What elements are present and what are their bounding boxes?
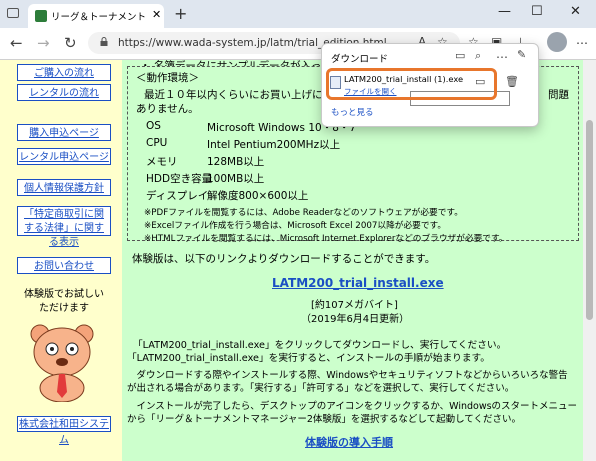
- company-link[interactable]: 株式会社和田システム: [17, 416, 111, 446]
- download-link[interactable]: LATM200_trial_install.exe: [272, 276, 444, 290]
- sidebar-link-purchase-apply[interactable]: 購入申込ページ: [17, 124, 111, 141]
- spec-key: OS: [146, 120, 161, 132]
- favicon-icon: [35, 10, 47, 22]
- environment-intro: 最近１０年以内くらいにお買い上げにな: [144, 89, 333, 101]
- see-more-link[interactable]: もっと見る: [331, 106, 374, 118]
- update-date: （2019年6月4日更新）: [301, 314, 410, 325]
- note: ※PDFファイルを閲覧するには、Adobe Readerなどのソフトウェアが必要…: [144, 208, 463, 218]
- mascot-bear-image: [30, 324, 94, 402]
- more-options-icon[interactable]: …: [496, 47, 508, 61]
- scrollbar-thumb[interactable]: [586, 120, 593, 320]
- download-intro: 体験版は、以下のリンクよりダウンロードすることができます。: [132, 253, 436, 265]
- note: ※HTMLファイルを閲覧するには、Microsoft Internet Expl…: [144, 234, 508, 244]
- delete-icon[interactable]: 🗑: [505, 75, 519, 88]
- downloads-title: ダウンロード: [331, 54, 389, 65]
- tab-active[interactable]: リーグ＆トーナメントマネージャー 体験版 ✕: [28, 4, 164, 28]
- forward-button[interactable]: →: [37, 34, 50, 52]
- instruction-text: が出される場合があります。「実行する」「許可する」などを選択して、実行してくださ…: [127, 383, 515, 394]
- instruction-text: 「LATM200_trial_install.exe」を実行すると、インストール…: [127, 353, 490, 364]
- install-steps-link[interactable]: 体験版の導入手順: [305, 434, 393, 450]
- instruction-text: インストールが完了したら、デスクトップのアイコンをクリックするか、Windows…: [127, 401, 578, 412]
- tab-title: リーグ＆トーナメントマネージャー 体験版: [51, 12, 146, 23]
- instruction-text: から「リーグ＆トーナメントマネージャー2体験版」を選択するなどして起動してくださ…: [127, 414, 522, 425]
- profile-avatar[interactable]: [547, 32, 567, 52]
- spec-key: メモリ: [146, 156, 178, 168]
- search-icon[interactable]: ⌕: [475, 49, 481, 63]
- sidebar-link-commerce-law[interactable]: 「特定商取引に関する法律」に関する表示: [17, 206, 111, 248]
- instruction-text: 「LATM200_trial_install.exe」をクリックしてダウンロード…: [133, 340, 507, 351]
- sidebar-link-contact[interactable]: お問い合わせ: [17, 257, 111, 274]
- sidebar-link-rental-flow[interactable]: レンタルの流れ: [17, 84, 111, 101]
- refresh-button[interactable]: ↻: [64, 34, 77, 52]
- spec-value: Intel Pentium200MHz以上: [207, 139, 341, 151]
- sidebar-link-purchase-flow[interactable]: ご購入の流れ: [17, 64, 111, 81]
- back-button[interactable]: ←: [10, 34, 23, 52]
- spec-value: 解像度800×600以上: [207, 190, 309, 202]
- more-menu-button[interactable]: …: [576, 33, 588, 47]
- partial-text: ・ 名簿データにサンプルデータが入って…: [140, 60, 342, 66]
- minimize-button[interactable]: —: [498, 4, 511, 19]
- sidebar: ご購入の流れ レンタルの流れ 購入申込ページ レンタル申込ページ 個人情報保護方…: [0, 60, 122, 461]
- environment-intro-2: ありません。: [136, 103, 199, 115]
- sidebar-link-privacy[interactable]: 個人情報保護方針: [17, 179, 111, 196]
- close-window-button[interactable]: ✕: [570, 4, 581, 19]
- trial-caption: 体験版でお試しいただけます: [24, 289, 104, 314]
- spec-key: ディスプレイ: [146, 190, 209, 202]
- maximize-button[interactable]: ☐: [531, 4, 543, 19]
- folder-icon[interactable]: ▭: [455, 49, 465, 62]
- sidebar-link-rental-apply[interactable]: レンタル申込ページ: [17, 148, 111, 165]
- environment-heading: ＜動作環境＞: [136, 72, 199, 84]
- pin-icon[interactable]: ✎: [517, 48, 526, 61]
- instruction-text: ダウンロードする際やインストールする際、Windowsやセキュリティソフトなどか…: [127, 370, 568, 381]
- highlight-box: [326, 68, 497, 100]
- spec-value: 128MB以上: [207, 156, 265, 168]
- note: ※Excelファイル作成を行う場合は、Microsoft Excel 2007以…: [144, 221, 447, 231]
- file-size: [約107メガバイト]: [311, 300, 398, 311]
- environment-intro-suffix: 問題: [548, 89, 569, 101]
- spec-key: HDD空き容量: [146, 173, 213, 185]
- spec-value: 100MB以上: [207, 173, 265, 185]
- lock-icon[interactable]: [100, 37, 108, 46]
- tab-close-icon[interactable]: ✕: [152, 8, 161, 21]
- new-tab-button[interactable]: +: [174, 4, 187, 23]
- spec-key: CPU: [146, 137, 168, 149]
- tab-actions-icon[interactable]: [7, 8, 19, 18]
